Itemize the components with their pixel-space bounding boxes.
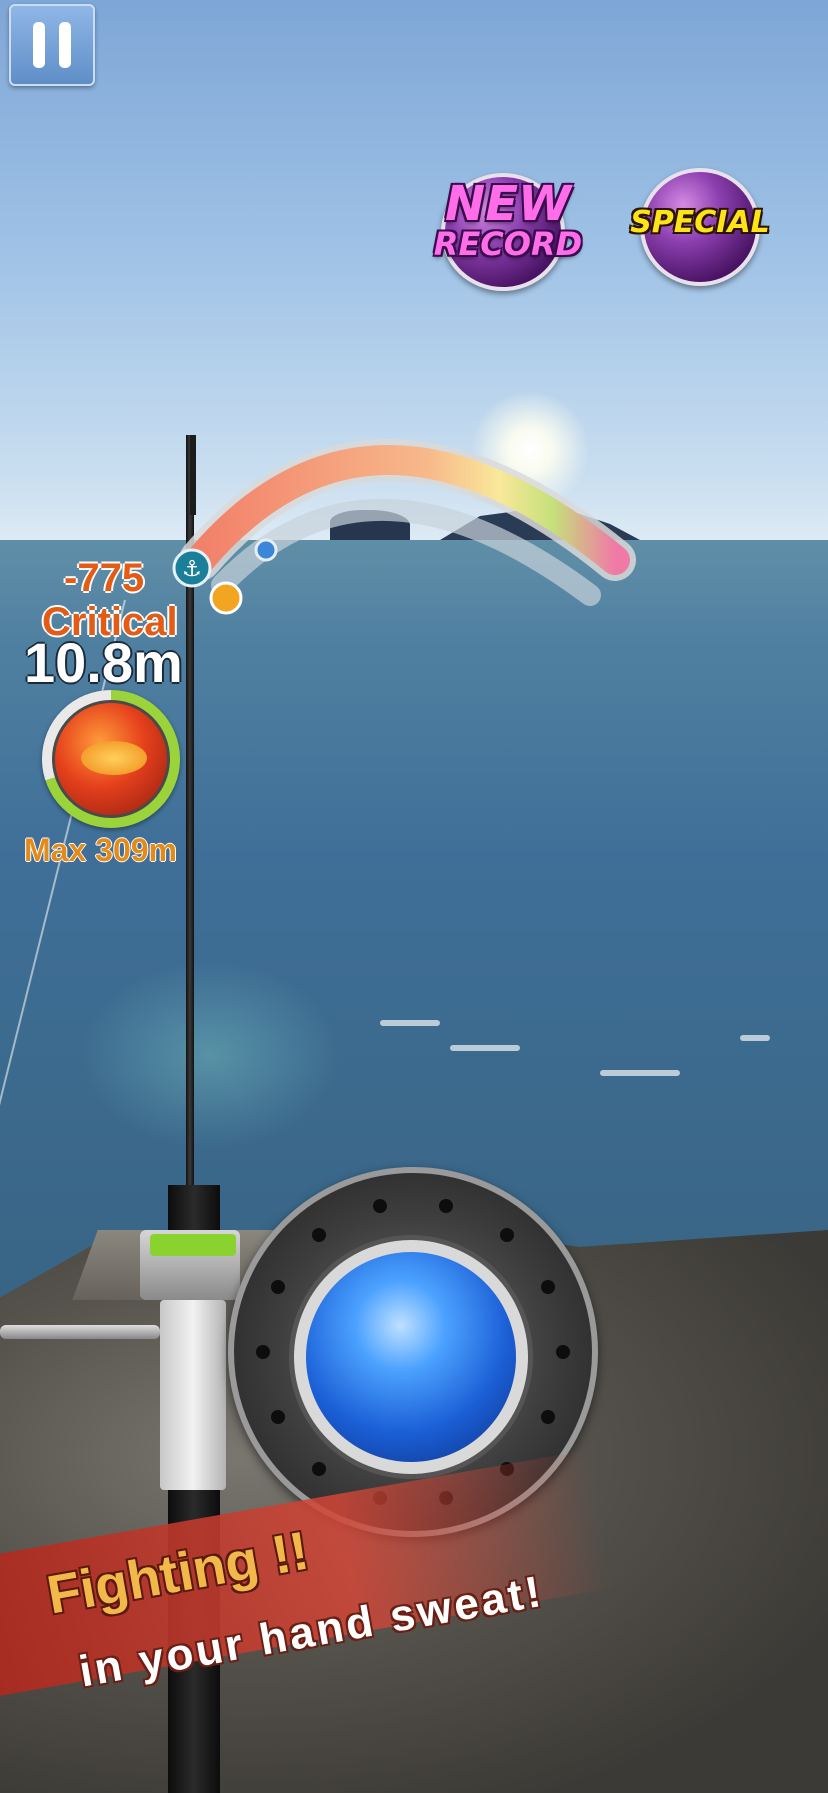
- reel-ring-hole: [270, 1279, 285, 1294]
- water-splash: [80, 960, 340, 1150]
- tension-marker: [254, 538, 278, 562]
- reel-ring-hole: [499, 1227, 514, 1242]
- tension-gauge: ⚓: [172, 439, 636, 615]
- reel-ring-hole: [312, 1227, 327, 1242]
- svg-text:⚓: ⚓: [182, 557, 202, 582]
- pause-button[interactable]: [9, 4, 95, 86]
- fire-icon: [209, 581, 243, 615]
- damage-text: -775: [64, 556, 145, 600]
- fish-portrait: [52, 700, 170, 818]
- reel-ring-hole: [556, 1345, 570, 1359]
- reel-ring-hole: [541, 1279, 556, 1294]
- foam: [600, 1070, 680, 1076]
- reel-crank: [0, 1325, 160, 1339]
- max-distance: Max 309m: [24, 832, 177, 868]
- fish-icon: [81, 741, 147, 775]
- foam: [450, 1045, 520, 1051]
- reel-ring-hole: [541, 1410, 556, 1425]
- pause-icon: [59, 22, 71, 68]
- reel-ring-hole: [270, 1410, 285, 1425]
- reel-ring-hole: [372, 1198, 387, 1213]
- foam: [380, 1020, 440, 1026]
- reel-ring-hole: [439, 1198, 454, 1213]
- new-record-label: NEW RECORD: [428, 180, 588, 260]
- new-record-line2: RECORD: [433, 225, 583, 263]
- special-label: SPECIAL: [630, 205, 770, 240]
- fish-stamina-gauge: [42, 690, 180, 828]
- reel-ring-hole: [312, 1462, 327, 1477]
- distance-readout: 10.8m: [24, 631, 183, 694]
- new-record-line1: NEW: [445, 176, 571, 232]
- reel-button[interactable]: [294, 1240, 528, 1474]
- foam: [740, 1035, 770, 1041]
- pause-icon: [33, 22, 45, 68]
- reel-spool: [150, 1234, 236, 1256]
- reel-ring-hole: [256, 1345, 270, 1359]
- rod-grip: [160, 1300, 226, 1490]
